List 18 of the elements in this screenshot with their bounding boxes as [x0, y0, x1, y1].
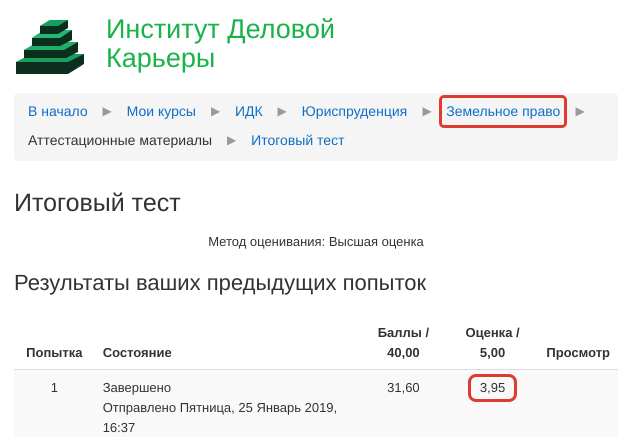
points-value: 31,60: [387, 380, 420, 395]
grading-method: Метод оценивания: Высшая оценка: [207, 234, 425, 249]
breadcrumb-link[interactable]: В начало: [21, 95, 95, 128]
breadcrumb-link[interactable]: Мои курсы: [120, 95, 203, 128]
separator-icon: ▶: [278, 101, 287, 122]
separator-icon: ▶: [422, 101, 432, 122]
site-title: Институт Деловой Карьеры: [106, 15, 336, 73]
separator-icon: ▶: [575, 101, 584, 122]
status-text: Завершено: [102, 379, 172, 397]
separator-icon: ▶: [210, 101, 220, 122]
separator-icon: ▶: [102, 101, 112, 122]
breadcrumb-item: Аттестационные материалы: [27, 131, 214, 150]
attempt-number: 1: [50, 380, 58, 395]
breadcrumb-link[interactable]: Земельное право: [439, 95, 568, 128]
separator-icon: ▶: [227, 130, 236, 151]
submitted-date: Отправлено Пятница, 25 Январь 2019, 16:37: [102, 399, 338, 437]
page-heading: Итоговый тест: [14, 188, 182, 218]
section-heading: Результаты ваших предыдущих попыток: [14, 269, 428, 297]
